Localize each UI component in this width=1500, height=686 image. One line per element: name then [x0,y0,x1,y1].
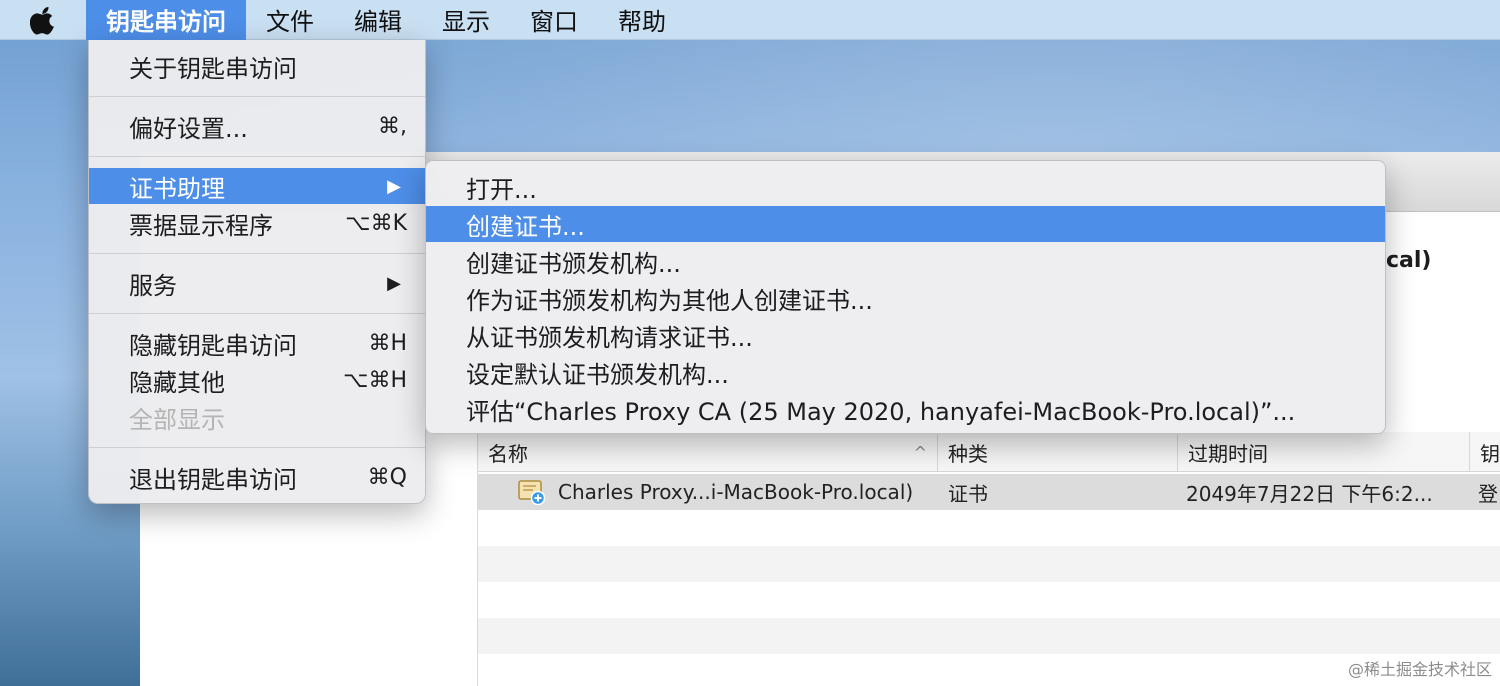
cell-expires: 2049年7月22日 下午6:2... [1186,481,1433,506]
menu-item-label: 隐藏其他 [129,368,225,397]
cell-kind: 证书 [948,481,988,506]
menu-item-about[interactable]: 关于钥匙串访问 [89,48,425,84]
menu-file[interactable]: 文件 [246,0,334,40]
submenu-item-create-cert-for-others[interactable]: 作为证书颁发机构为其他人创建证书... [426,280,1385,316]
column-header-name[interactable]: 名称 ^ [478,432,938,472]
menu-item-show-all: 全部显示 [89,399,425,435]
table-row[interactable]: Charles Proxy...i-MacBook-Pro.local) 证书 … [478,474,1500,510]
menu-item-hide-others[interactable]: 隐藏其他 ⌥⌘H [89,362,425,398]
menu-item-hide[interactable]: 隐藏钥匙串访问 ⌘H [89,325,425,361]
keychain-access-dropdown: 关于钥匙串访问 偏好设置... ⌘, 证书助理 ▶ 票据显示程序 ⌥⌘K 服务 … [88,40,426,504]
table-row-empty [478,618,1500,654]
shortcut-label: ⌘Q [367,464,407,490]
menu-bar: 钥匙串访问 文件 编辑 显示 窗口 帮助 [0,0,1500,40]
menu-item-label: 隐藏钥匙串访问 [129,331,297,360]
shortcut-label: ⌥⌘H [343,367,407,393]
shortcut-label: ⌘H [368,330,407,356]
menu-separator [89,313,425,314]
submenu-item-create-certificate[interactable]: 创建证书... [426,206,1385,242]
menu-view[interactable]: 显示 [422,0,510,40]
column-header-kind[interactable]: 种类 [938,432,1178,472]
apple-menu-icon[interactable] [0,0,86,40]
menu-item-label: 票据显示程序 [129,211,273,240]
menu-item-quit[interactable]: 退出钥匙串访问 ⌘Q [89,459,425,495]
menu-item-label: 退出钥匙串访问 [129,465,297,494]
table-row-empty [478,546,1500,582]
menu-separator [89,156,425,157]
submenu-item-set-default-ca[interactable]: 设定默认证书颁发机构... [426,354,1385,390]
shortcut-label: ⌥⌘K [345,210,407,236]
menu-item-label: 关于钥匙串访问 [129,54,297,83]
menu-item-label: 证书助理 [129,174,225,203]
menu-item-certificate-assistant[interactable]: 证书助理 ▶ [89,168,425,204]
menu-help[interactable]: 帮助 [598,0,686,40]
menu-window[interactable]: 窗口 [510,0,598,40]
cell-keychain: 登 [1478,481,1498,506]
column-label: 名称 [488,441,528,466]
menu-separator [89,96,425,97]
submenu-arrow-icon: ▶ [387,272,401,294]
column-label: 种类 [948,441,988,466]
column-label: 过期时间 [1188,441,1268,466]
submenu-item-evaluate[interactable]: 评估“Charles Proxy CA (25 May 2020, hanyaf… [426,391,1385,427]
submenu-item-open[interactable]: 打开... [426,169,1385,205]
menu-keychain-access[interactable]: 钥匙串访问 [86,0,246,40]
submenu-item-create-ca[interactable]: 创建证书颁发机构... [426,243,1385,279]
column-header-expires[interactable]: 过期时间 [1178,432,1470,472]
table-header: 名称 ^ 种类 过期时间 钥 [478,432,1500,472]
column-header-keychain[interactable]: 钥 [1470,432,1500,472]
certificate-assistant-submenu: 打开... 创建证书... 创建证书颁发机构... 作为证书颁发机构为其他人创建… [425,160,1386,434]
watermark: @稀土掘金技术社区 [1347,660,1492,679]
certificate-table[interactable]: 名称 ^ 种类 过期时间 钥 Charles Proxy...i-MacBook… [478,432,1500,686]
shortcut-label: ⌘, [378,113,407,139]
certificate-title-fragment: cal) [1386,248,1432,273]
menu-separator [89,447,425,448]
certificate-icon [518,479,546,506]
menu-separator [89,253,425,254]
menu-edit[interactable]: 编辑 [334,0,422,40]
menu-item-services[interactable]: 服务 ▶ [89,265,425,301]
certificate-name: Charles Proxy...i-MacBook-Pro.local) [558,480,914,504]
submenu-item-request-from-ca[interactable]: 从证书颁发机构请求证书... [426,317,1385,353]
column-label: 钥 [1480,441,1500,466]
submenu-arrow-icon: ▶ [387,175,401,197]
sort-indicator-icon: ^ [913,442,927,462]
menu-item-label: 全部显示 [129,405,225,434]
menu-item-preferences[interactable]: 偏好设置... ⌘, [89,108,425,144]
menu-item-label: 偏好设置... [129,114,248,143]
menu-item-ticket-viewer[interactable]: 票据显示程序 ⌥⌘K [89,205,425,241]
cell-name: Charles Proxy...i-MacBook-Pro.local) [518,474,928,510]
menu-item-label: 服务 [129,271,177,300]
